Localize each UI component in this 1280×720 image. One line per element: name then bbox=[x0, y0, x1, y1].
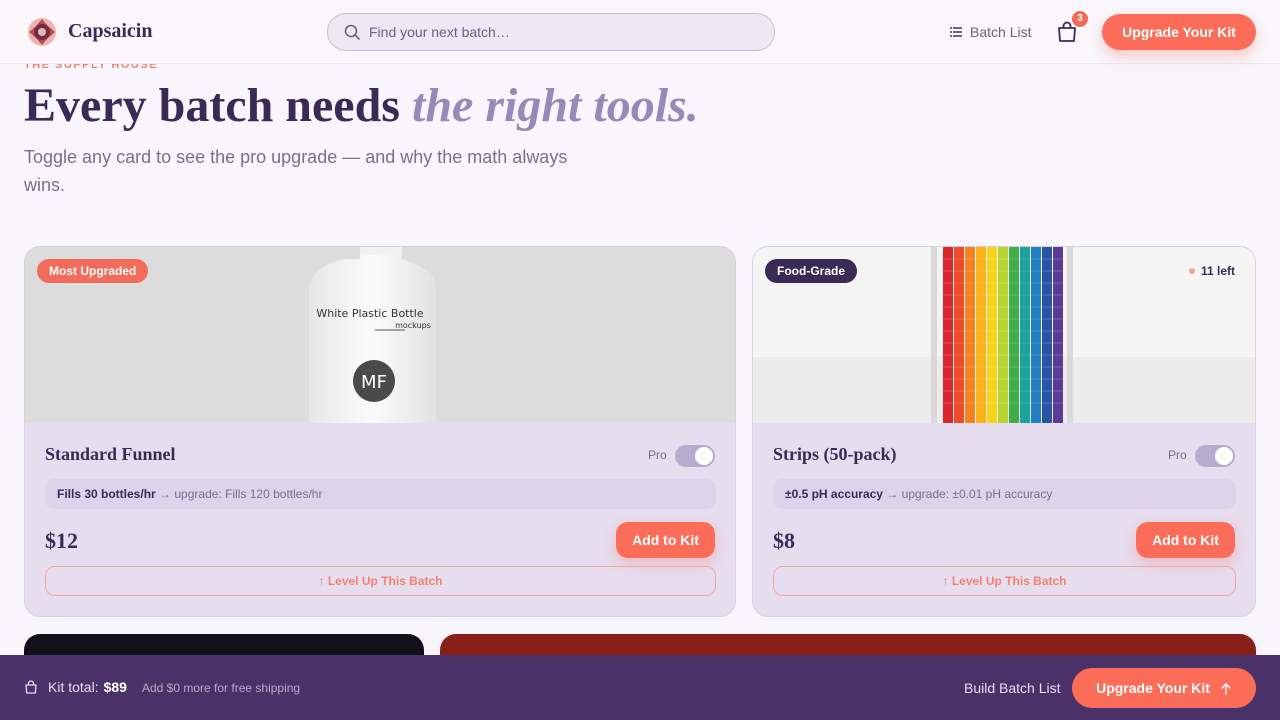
upgrade-kit-button[interactable]: Upgrade Your Kit bbox=[1102, 14, 1256, 50]
ph-color-column bbox=[1009, 247, 1019, 423]
search-bar[interactable] bbox=[327, 13, 775, 51]
pro-toggle-label: Pro bbox=[648, 448, 667, 462]
stock-count: 11 left bbox=[1200, 264, 1235, 278]
build-batch-list-link[interactable]: Build Batch List bbox=[964, 680, 1061, 696]
upgrade-kit-button-bottom[interactable]: Upgrade Your Kit bbox=[1072, 668, 1256, 708]
batch-list-link[interactable]: Batch List bbox=[950, 23, 1031, 41]
add-to-kit-button[interactable]: Add to Kit bbox=[616, 522, 715, 558]
arrow-up-icon bbox=[1221, 682, 1231, 695]
spec-upgrade: → upgrade: Fills 120 bottles/hr bbox=[159, 487, 323, 501]
spec-comparison: ±0.5 pH accuracy → upgrade: ±0.01 pH acc… bbox=[773, 479, 1236, 509]
upgrade-label: Upgrade Your Kit bbox=[1096, 680, 1210, 696]
pro-toggle[interactable] bbox=[675, 445, 715, 467]
ph-color-column bbox=[1020, 247, 1030, 423]
ph-color-column bbox=[976, 247, 986, 423]
top-header: Capsaicin Batch List 3 Upgrade Your Kit bbox=[0, 0, 1280, 64]
status-badge: Most Upgraded bbox=[37, 259, 149, 283]
stock-indicator: 11 left bbox=[1188, 264, 1235, 278]
stock-dot bbox=[1188, 268, 1195, 274]
ph-color-column bbox=[1031, 247, 1041, 423]
brand-name[interactable]: Capsaicin bbox=[68, 20, 152, 43]
pro-toggle[interactable] bbox=[1195, 445, 1235, 467]
bottle-logo-mark: MF bbox=[361, 372, 387, 393]
kit-total: Kit total: $89 bbox=[24, 679, 127, 695]
kit-total-label: Kit total: bbox=[48, 679, 99, 695]
ph-color-column bbox=[1053, 247, 1063, 423]
ph-color-column bbox=[943, 247, 953, 423]
list-icon bbox=[950, 27, 962, 37]
toggle-knob bbox=[695, 447, 713, 465]
ph-color-column bbox=[965, 247, 975, 423]
batch-list-label: Batch List bbox=[970, 24, 1032, 40]
kit-summary-bar: Kit total: $89 Add $0 more for free shipp… bbox=[0, 655, 1280, 720]
toggle-knob bbox=[1215, 447, 1233, 465]
spec-comparison: Fills 30 bottles/hr → upgrade: Fills 120… bbox=[45, 479, 716, 509]
status-badge: Food-Grade bbox=[765, 259, 857, 283]
free-shipping-note: Add $0 more for free shipping bbox=[142, 681, 301, 695]
hero-title: Every batch needs the right tools. bbox=[24, 78, 699, 133]
spec-upgrade: → upgrade: ±0.01 pH accuracy bbox=[886, 487, 1053, 501]
add-to-kit-button[interactable]: Add to Kit bbox=[1136, 522, 1235, 558]
ph-color-column bbox=[987, 247, 997, 423]
bag-icon bbox=[25, 680, 37, 694]
kit-total-value: $89 bbox=[103, 679, 127, 695]
ph-color-column bbox=[1042, 247, 1052, 423]
hero-title-accent: the right tools. bbox=[411, 79, 699, 132]
product-name: Strips (50-pack) bbox=[773, 444, 897, 464]
bottle-sublabel-text: mockups bbox=[395, 321, 431, 330]
pro-toggle-label: Pro bbox=[1168, 448, 1187, 462]
hero-subtitle: Toggle any card to see the pro upgrade —… bbox=[24, 147, 568, 195]
level-up-button[interactable]: ↑ Level Up This Batch bbox=[773, 566, 1236, 596]
search-icon bbox=[344, 24, 360, 40]
level-up-button[interactable]: ↑ Level Up This Batch bbox=[45, 566, 716, 596]
product-name: Standard Funnel bbox=[45, 444, 176, 464]
ph-color-column bbox=[954, 247, 964, 423]
spec-current: Fills 30 bottles/hr bbox=[57, 487, 156, 501]
capsaicin-logo-icon[interactable] bbox=[26, 16, 58, 48]
product-price: $8 bbox=[773, 528, 795, 553]
product-card-funnel: White Plastic Bottle mockups MF Most Upg… bbox=[24, 246, 736, 617]
product-price: $12 bbox=[45, 528, 78, 553]
bottle-label-text: White Plastic Bottle bbox=[316, 307, 424, 320]
cart-count-badge: 3 bbox=[1072, 11, 1088, 27]
hero-title-main: Every batch needs bbox=[24, 79, 412, 132]
product-card-strips: Food-Grade 11 left Strips (50-pack) Pro … bbox=[752, 246, 1256, 617]
search-input[interactable] bbox=[369, 14, 759, 50]
spec-current: ±0.5 pH accuracy bbox=[785, 487, 883, 501]
ph-color-column bbox=[998, 247, 1008, 423]
